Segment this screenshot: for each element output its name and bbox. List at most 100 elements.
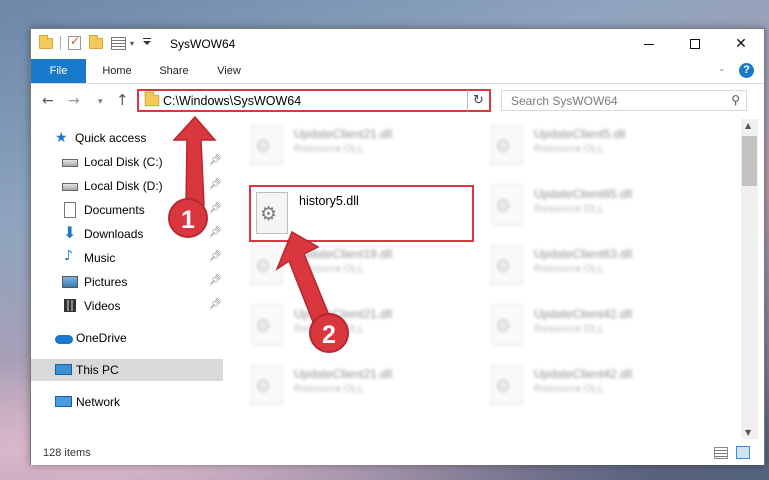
drive-icon [62,159,78,167]
file-name: UpdateClient19.dll [294,247,393,261]
dll-file-icon [491,305,523,345]
file-name: history5.dll [299,194,359,208]
sidebar-item-label: Downloads [84,227,144,241]
file-type: Resource DLL [294,143,365,155]
sidebar-item-videos[interactable]: Videos 📌︎ [31,295,223,317]
search-icon[interactable]: ⚲ [731,93,740,107]
sidebar-item-label: This PC [76,363,119,377]
pin-icon[interactable]: 📌︎ [209,179,222,190]
highlighted-file-item[interactable]: history5.dll [249,185,474,242]
navigation-pane: ★ Quick access Local Disk (C:) 📌︎ Local … [31,119,227,439]
pin-icon[interactable]: 📌︎ [209,227,222,238]
file-type: Resource DLL [534,323,605,335]
file-item[interactable]: UpdateClient21.dll Resource DLL [243,119,473,175]
search-placeholder: Search SysWOW64 [511,94,618,108]
vertical-scrollbar[interactable]: ▲ ▼ [741,119,758,439]
sidebar-item-this-pc[interactable]: This PC [31,359,223,381]
maximize-button[interactable] [672,29,718,59]
dll-file-icon [251,125,283,165]
file-item[interactable]: UpdateClient63.dll Resource DLL [483,239,713,295]
pin-icon[interactable]: 📌︎ [209,275,222,286]
file-type: Resource DLL [534,383,605,395]
sidebar-item-network[interactable]: Network [31,391,223,413]
download-icon: ⬇ [63,223,77,242]
scroll-up-icon[interactable]: ▲ [745,121,751,130]
chevron-down-icon[interactable]: ▾ [130,39,134,48]
sidebar-item-label: Network [76,395,121,409]
documents-icon [64,202,76,218]
dll-file-icon [251,245,283,285]
file-name: UpdateClient21.dll [294,367,393,381]
minimize-icon [644,43,654,45]
pin-icon[interactable]: 📌︎ [209,251,222,262]
file-item[interactable]: UpdateClient65.dll Resource DLL [483,179,713,235]
sidebar-item-quick-access[interactable]: ★ Quick access [31,127,223,149]
pin-icon[interactable]: 📌︎ [209,155,222,166]
forward-arrow-icon[interactable]: → [68,93,80,109]
file-item[interactable]: UpdateClient5.dll Resource DLL [483,119,713,175]
up-arrow-icon[interactable]: ↑ [116,91,129,109]
view-icon[interactable] [111,36,126,50]
file-item[interactable]: UpdateClient42.dll Resource DLL [483,359,713,415]
details-view-icon[interactable] [714,447,728,459]
cloud-icon [55,335,73,344]
sidebar-item-label: Local Disk (D:) [84,179,163,193]
sidebar-item-music[interactable]: ♪ Music 📌︎ [31,247,223,269]
help-icon[interactable]: ? [739,63,754,78]
pictures-icon [62,276,78,288]
customize-toolbar-icon[interactable] [142,38,152,48]
window-title: SysWOW64 [170,37,236,51]
pin-icon[interactable]: 📌︎ [209,203,222,214]
recent-locations-icon[interactable]: ▾ [98,97,103,107]
file-explorer-window: ▾ SysWOW64 ✕ File Home Share View ⌄ ? ← … [30,28,765,465]
title-bar: ▾ SysWOW64 ✕ [31,29,764,59]
dll-file-icon [251,305,283,345]
sidebar-item-onedrive[interactable]: OneDrive [31,327,223,349]
folder-icon[interactable] [39,34,53,49]
back-arrow-icon[interactable]: ← [42,93,54,109]
pin-icon[interactable]: 📌︎ [209,299,222,310]
file-item[interactable]: UpdateClient21.dll Resource DLL [243,359,473,415]
sidebar-item-label: Local Disk (C:) [84,155,163,169]
sidebar-item-pictures[interactable]: Pictures 📌︎ [31,271,223,293]
dll-file-icon [251,365,283,405]
sidebar-item-label: Pictures [84,275,128,289]
large-icons-view-icon[interactable] [736,446,750,459]
refresh-button[interactable]: ↻ [467,89,491,112]
close-button[interactable]: ✕ [718,29,764,59]
file-name: UpdateClient21.dll [294,127,393,141]
videos-icon [64,299,76,312]
sidebar-item-local-disk-c[interactable]: Local Disk (C:) 📌︎ [31,151,223,173]
scrollbar-thumb[interactable] [742,136,757,186]
file-type: Resource DLL [534,143,605,155]
search-input[interactable]: Search SysWOW64 ⚲ [501,90,747,111]
ribbon: File Home Share View ⌄ ? [31,59,764,84]
step-1-badge: 1 [168,198,208,238]
tab-home[interactable]: Home [89,59,145,83]
close-icon: ✕ [735,36,747,52]
file-item[interactable]: UpdateClient21.dll Resource DLL [243,299,473,355]
maximize-icon [690,39,700,49]
minimize-button[interactable] [626,29,672,59]
file-item[interactable]: UpdateClient42.dll Resource DLL [483,299,713,355]
tab-share[interactable]: Share [149,59,199,83]
tab-file[interactable]: File [31,59,86,83]
dll-file-icon [491,125,523,165]
file-type: Resource DLL [294,383,365,395]
navigation-bar: ← → ▾ ↑ C:\Windows\SysWOW64 ⌄ ↻ Search S… [31,85,764,117]
dll-file-icon [256,192,288,234]
new-folder-icon[interactable] [89,34,103,49]
file-item[interactable]: UpdateClient19.dll Resource DLL [243,239,473,295]
expand-ribbon-icon[interactable]: ⌄ [718,64,726,74]
file-type: Resource DLL [294,263,365,275]
sidebar-item-label: Music [84,251,116,265]
address-path[interactable]: C:\Windows\SysWOW64 [163,94,301,108]
properties-check-icon[interactable] [68,34,81,50]
scroll-down-icon[interactable]: ▼ [745,428,751,437]
computer-icon [55,364,72,375]
file-name: UpdateClient65.dll [534,187,633,201]
dll-file-icon [491,245,523,285]
sidebar-item-local-disk-d[interactable]: Local Disk (D:) 📌︎ [31,175,223,197]
tab-view[interactable]: View [207,59,251,83]
address-bar[interactable]: C:\Windows\SysWOW64 ⌄ [137,89,489,112]
